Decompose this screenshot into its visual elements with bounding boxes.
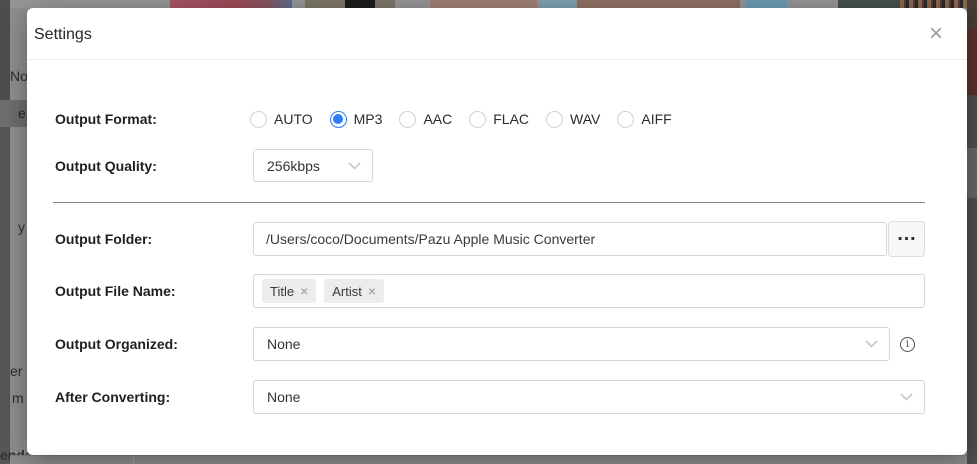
background-left-rail-top [0,0,10,105]
output-organized-row: Output Organized: None i [55,327,925,361]
radio-circle-icon[interactable] [399,111,416,128]
browse-folder-button[interactable]: … [888,221,925,257]
output-organized-select[interactable]: None [253,327,890,361]
chevron-down-icon [900,388,913,406]
chevron-down-icon [348,157,361,175]
output-file-name-input[interactable]: Title × Artist × [253,274,925,308]
radio-circle-icon[interactable] [250,111,267,128]
album-art-thumbnail [540,0,575,8]
after-converting-select[interactable]: None [253,380,925,414]
file-name-tag-artist[interactable]: Artist × [324,279,384,303]
background-text-fragment: No [10,68,28,84]
radio-option-wav[interactable]: WAV [546,111,600,128]
album-art-thumbnail [577,0,740,8]
remove-tag-icon[interactable]: × [368,284,376,298]
output-folder-row: Output Folder: /Users/coco/Documents/Paz… [55,221,925,257]
output-folder-input[interactable]: /Users/coco/Documents/Pazu Apple Music C… [253,222,887,256]
radio-option-auto[interactable]: AUTO [250,111,313,128]
output-quality-value: 256kbps [254,158,320,174]
file-name-tag-title[interactable]: Title × [262,279,316,303]
after-converting-value: None [254,389,300,405]
album-art-thumbnail [430,0,537,8]
radio-circle-icon[interactable] [469,111,486,128]
output-organized-value: None [254,336,300,352]
background-bottom-strip [10,455,967,464]
app-screen: No e y er m enda Settings × Output Forma… [0,0,977,464]
background-text-fragment: m [12,390,24,406]
background-right-art [967,30,977,95]
after-converting-label: After Converting: [55,389,253,405]
section-divider [53,202,925,203]
output-quality-row: Output Quality: 256kbps [55,149,925,182]
background-column-divider [133,456,134,464]
ellipsis-icon: … [897,224,917,244]
radio-circle-icon[interactable] [330,111,347,128]
after-converting-row: After Converting: None [55,380,925,414]
chevron-down-icon [865,335,878,353]
background-text-fragment: y [18,219,25,235]
output-format-radio-group: AUTO MP3 AAC FLAC WAV [250,111,672,128]
album-art-thumbnail [170,0,292,8]
output-format-label: Output Format: [55,111,253,127]
settings-dialog: Settings × Output Format: AUTO MP3 AAC [27,8,967,455]
remove-tag-icon[interactable]: × [300,284,308,298]
output-file-name-label: Output File Name: [55,283,253,299]
radio-circle-icon[interactable] [546,111,563,128]
background-right-art [967,0,977,30]
radio-option-flac[interactable]: FLAC [469,111,529,128]
background-scrollbar-thumb [967,148,977,198]
output-file-name-row: Output File Name: Title × Artist × [55,274,925,308]
output-folder-path: /Users/coco/Documents/Pazu Apple Music C… [254,231,595,247]
background-album-strip [0,0,977,8]
radio-option-aiff[interactable]: AIFF [617,111,671,128]
radio-option-aac[interactable]: AAC [399,111,452,128]
album-art-thumbnail [745,0,787,8]
output-quality-select[interactable]: 256kbps [253,149,373,182]
info-icon[interactable]: i [900,337,915,352]
album-art-thumbnail [900,0,970,8]
background-text-fragment: er [10,363,22,379]
dialog-title: Settings [34,26,92,44]
background-text-fragment: e [18,105,26,121]
album-art-thumbnail [838,0,900,8]
background-left-rail [0,0,10,464]
album-art-thumbnail [345,0,375,8]
output-quality-label: Output Quality: [55,158,253,174]
output-organized-label: Output Organized: [55,336,253,352]
output-format-row: Output Format: AUTO MP3 AAC FLAC [55,102,925,136]
output-folder-label: Output Folder: [55,231,253,247]
radio-circle-icon[interactable] [617,111,634,128]
radio-option-mp3[interactable]: MP3 [330,111,383,128]
close-icon[interactable]: × [923,19,949,49]
dialog-header: Settings × [27,8,967,60]
